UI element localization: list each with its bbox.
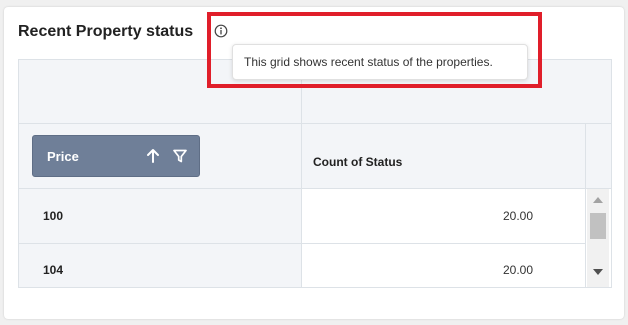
info-circle-icon[interactable]: [214, 24, 228, 38]
row-count: 20.00: [502, 209, 533, 223]
table-row: 104: [19, 244, 301, 287]
scroll-down-icon[interactable]: [593, 269, 603, 275]
scroll-up-icon[interactable]: [593, 197, 603, 203]
row-count: 20.00: [502, 263, 533, 277]
card-title: Recent Property status: [18, 23, 194, 40]
header-divider-left: [19, 123, 302, 124]
header-divider: [302, 123, 611, 124]
card-header: Recent Property status: [18, 21, 193, 43]
scroll-thumb[interactable]: [590, 213, 606, 239]
table-cell: 20.00: [302, 189, 585, 243]
scroll-divider: [585, 123, 586, 287]
count-of-status-header[interactable]: Count of Status: [313, 155, 402, 169]
vertical-scrollbar[interactable]: [587, 189, 609, 287]
arrow-up-icon[interactable]: [145, 148, 161, 164]
price-field-chip[interactable]: Price: [32, 135, 200, 177]
filter-icon[interactable]: [172, 148, 188, 164]
row-price: 104: [43, 263, 64, 277]
price-field-label: Price: [47, 149, 79, 164]
row-price: 100: [43, 209, 64, 223]
table-row: 100: [19, 189, 301, 243]
info-tooltip: This grid shows recent status of the pro…: [232, 44, 528, 80]
table-cell: 20.00: [302, 244, 585, 287]
pivot-grid: Price Count of Status 100 20.00 104 20.0…: [18, 59, 612, 288]
